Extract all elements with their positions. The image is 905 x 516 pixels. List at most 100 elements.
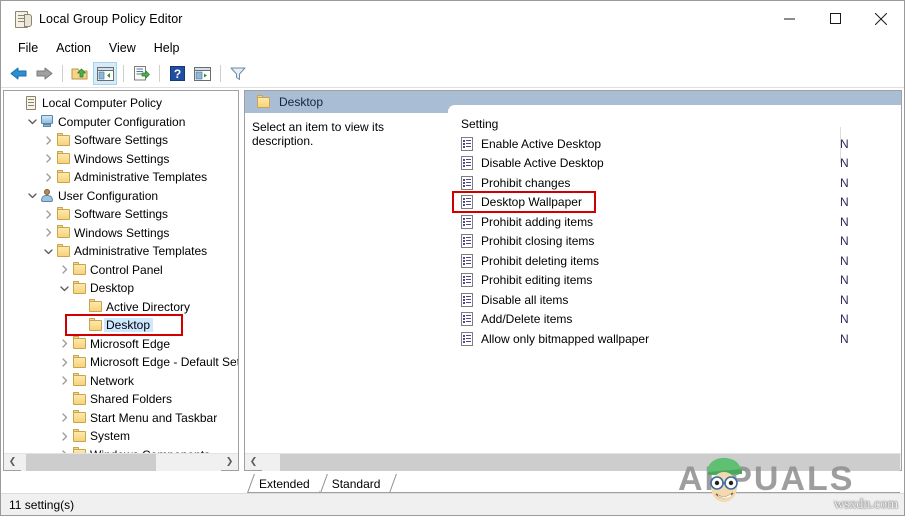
folder-icon [71, 262, 88, 276]
menu-action[interactable]: Action [47, 38, 100, 58]
menu-bar: File Action View Help [1, 36, 904, 60]
chevron-down-icon[interactable] [26, 117, 39, 126]
tree-scroll-left-arrow[interactable]: ❮ [4, 454, 21, 471]
folder-icon [71, 280, 88, 294]
chevron-right-icon[interactable] [58, 413, 71, 422]
setting-row[interactable]: Disable all items N [448, 290, 901, 310]
tree-item-label: Administrative Templates [74, 170, 208, 185]
tree-scroll-area[interactable]: Local Computer Policy Computer Configurat… [4, 91, 238, 453]
tree-item-windows-settings[interactable]: Windows Settings [4, 224, 238, 243]
folder-icon [55, 225, 72, 239]
tree-item-desktop[interactable]: Desktop [4, 279, 238, 298]
tree-item-control-panel[interactable]: Control Panel [4, 261, 238, 280]
tree-scroll-thumb[interactable] [26, 453, 156, 471]
tree-item-start-menu-and-taskbar[interactable]: Start Menu and Taskbar [4, 409, 238, 428]
show-hide-tree-icon[interactable] [93, 62, 117, 85]
back-arrow-icon[interactable] [7, 62, 31, 85]
setting-state: N [840, 214, 849, 229]
tree-item-computer-configuration[interactable]: Computer Configuration [4, 113, 238, 132]
chevron-right-icon[interactable] [58, 432, 71, 441]
forward-arrow-icon[interactable] [32, 62, 56, 85]
minimize-button[interactable] [766, 1, 812, 36]
tree-item-active-directory[interactable]: Active Directory [4, 298, 238, 317]
setting-row[interactable]: Prohibit editing items N [448, 271, 901, 291]
up-folder-icon[interactable] [68, 62, 92, 85]
setting-label: Prohibit closing items [481, 234, 595, 249]
tree-item-user-configuration[interactable]: User Configuration [4, 187, 238, 206]
close-button[interactable] [858, 1, 904, 36]
maximize-button[interactable] [812, 1, 858, 36]
chevron-right-icon[interactable] [42, 210, 55, 219]
results-body: Select an item to view its description. … [245, 105, 901, 453]
tab-extended[interactable]: Extended [247, 474, 327, 493]
properties-window-icon[interactable] [190, 62, 214, 85]
chevron-down-icon[interactable] [42, 247, 55, 256]
title-bar: Local Group Policy Editor [1, 1, 904, 36]
chevron-right-icon[interactable] [42, 173, 55, 182]
tree-item-microsoft-edge-default-settin[interactable]: Microsoft Edge - Default Settin [4, 353, 238, 372]
results-scroll-thumb[interactable] [280, 453, 900, 471]
tree-item-software-settings[interactable]: Software Settings [4, 131, 238, 150]
chevron-down-icon[interactable] [26, 191, 39, 200]
chevron-right-icon[interactable] [42, 154, 55, 163]
help-question-icon[interactable]: ? [165, 62, 189, 85]
policy-setting-icon [461, 136, 474, 151]
settings-list-pane: Setting Enable Active Desktop N Disable Ac… [448, 105, 901, 453]
tree-item-windows-settings[interactable]: Windows Settings [4, 150, 238, 169]
tree-item-label: Windows Components [88, 448, 213, 453]
menu-help[interactable]: Help [145, 38, 189, 58]
tree-item-desktop[interactable]: Desktop [4, 314, 238, 336]
tree-item-windows-components[interactable]: Windows Components [4, 446, 238, 453]
chevron-right-icon[interactable] [58, 376, 71, 385]
chevron-right-icon[interactable] [42, 136, 55, 145]
policy-setting-icon [461, 156, 474, 171]
chevron-right-icon[interactable] [58, 358, 71, 367]
toolbar-separator-4 [220, 65, 221, 82]
setting-row[interactable]: Disable Active Desktop N [448, 154, 901, 174]
setting-row[interactable]: Prohibit changes N [448, 173, 901, 193]
tree-item-microsoft-edge[interactable]: Microsoft Edge [4, 335, 238, 354]
setting-row[interactable]: Enable Active Desktop N [448, 134, 901, 154]
results-scroll-track[interactable] [262, 453, 900, 471]
setting-row[interactable]: Prohibit closing items N [448, 232, 901, 252]
tree-item-label: Active Directory [106, 299, 191, 314]
setting-row[interactable]: Prohibit adding items N [448, 212, 901, 232]
chevron-right-icon[interactable] [58, 339, 71, 348]
results-scroll-left-arrow[interactable]: ❮ [245, 454, 262, 471]
svg-text:?: ? [173, 67, 180, 81]
toolbar-separator-2 [123, 65, 124, 82]
tab-extended-label: Extended [259, 476, 310, 491]
tree-item-administrative-templates[interactable]: Administrative Templates [4, 242, 238, 261]
chevron-down-icon[interactable] [58, 284, 71, 293]
tab-standard[interactable]: Standard [319, 474, 398, 493]
setting-row[interactable]: Desktop Wallpaper N [448, 190, 901, 213]
tree-item-network[interactable]: Network [4, 372, 238, 391]
setting-state: N [840, 273, 849, 288]
tree-item-software-settings[interactable]: Software Settings [4, 205, 238, 224]
column-header-setting[interactable]: Setting [448, 117, 840, 131]
tree-item-local-computer-policy[interactable]: Local Computer Policy [4, 94, 238, 113]
tree-item-shared-folders[interactable]: Shared Folders [4, 390, 238, 409]
setting-row[interactable]: Prohibit deleting items N [448, 251, 901, 271]
view-tab-strip: Extended Standard [1, 471, 904, 493]
tree-item-administrative-templates[interactable]: Administrative Templates [4, 168, 238, 187]
filter-funnel-icon[interactable] [226, 62, 250, 85]
export-list-icon[interactable] [129, 62, 153, 85]
menu-view[interactable]: View [100, 38, 145, 58]
chevron-right-icon[interactable] [58, 265, 71, 274]
tree-item-system[interactable]: System [4, 427, 238, 446]
tree-item-label: User Configuration [58, 188, 159, 203]
tab-standard-label: Standard [331, 476, 381, 491]
setting-row[interactable]: Allow only bitmapped wallpaper N [448, 329, 901, 349]
folder-icon [71, 391, 88, 405]
folder-icon [87, 317, 104, 331]
tree-scroll-right-arrow[interactable]: ❯ [221, 454, 238, 471]
tree-horizontal-scrollbar[interactable]: ❮ ❯ [4, 453, 238, 471]
tree-item-label: Local Computer Policy [42, 96, 163, 111]
tree-scroll-track[interactable] [21, 453, 221, 471]
menu-file[interactable]: File [9, 38, 47, 58]
chevron-right-icon[interactable] [42, 228, 55, 237]
toolbar: ? [1, 60, 904, 88]
setting-row[interactable]: Add/Delete items N [448, 310, 901, 330]
results-horizontal-scrollbar[interactable]: ❮ ❯ [245, 453, 901, 471]
